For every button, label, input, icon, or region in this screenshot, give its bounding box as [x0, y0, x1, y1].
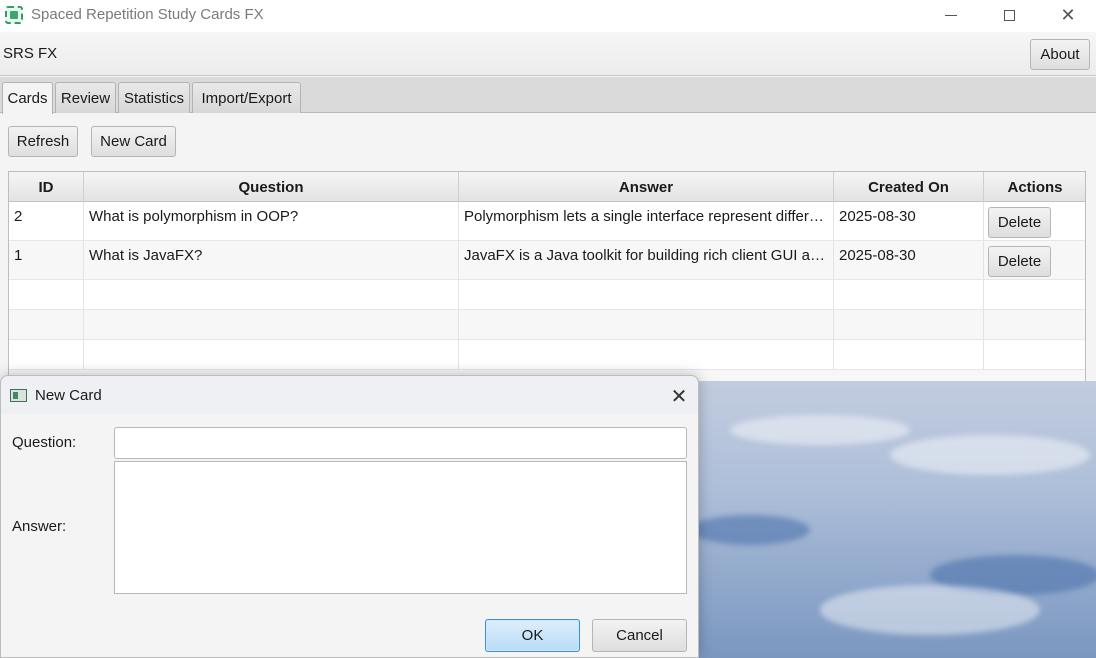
maximize-icon [1003, 9, 1015, 21]
empty-cell [84, 280, 459, 309]
tab-strip: Cards Review Statistics Import/Export [0, 77, 1096, 114]
empty-row [9, 280, 1085, 310]
app-brand-label: SRS FX [3, 45, 58, 62]
tab-review[interactable]: Review [55, 82, 116, 113]
empty-cell [9, 310, 84, 339]
empty-cell [984, 280, 1085, 309]
table-row[interactable]: 2 What is polymorphism in OOP? Polymorph… [9, 202, 1085, 241]
empty-cell [9, 340, 84, 369]
empty-cell [834, 280, 984, 309]
delete-button[interactable]: Delete [988, 246, 1051, 277]
column-header-answer[interactable]: Answer [459, 172, 834, 202]
column-header-actions[interactable]: Actions [984, 172, 1085, 202]
refresh-button[interactable]: Refresh [8, 126, 78, 157]
dialog-title-bar: New Card ✕ [1, 376, 698, 414]
answer-label: Answer: [12, 518, 67, 535]
new-card-dialog: New Card ✕ Question: Answer: OK Cancel [0, 375, 699, 658]
tab-statistics[interactable]: Statistics [118, 82, 190, 113]
empty-cell [984, 310, 1085, 339]
question-input[interactable] [114, 427, 687, 459]
window-title: Spaced Repetition Study Cards FX [31, 6, 264, 23]
cancel-button[interactable]: Cancel [592, 619, 687, 652]
empty-cell [834, 310, 984, 339]
main-window: Spaced Repetition Study Cards FX ✕ SRS F… [0, 0, 1096, 381]
answer-textarea[interactable] [114, 461, 687, 594]
empty-cell [9, 280, 84, 309]
cell-id: 2 [9, 202, 84, 240]
dialog-close-button[interactable]: ✕ [665, 383, 693, 409]
table-row[interactable]: 1 What is JavaFX? JavaFX is a Java toolk… [9, 241, 1085, 280]
column-header-created-on[interactable]: Created On [834, 172, 984, 202]
cards-table[interactable]: ID Question Answer Created On Actions 2 … [8, 171, 1086, 381]
tab-import-export[interactable]: Import/Export [192, 82, 301, 113]
ok-button[interactable]: OK [485, 619, 580, 652]
cell-actions: Delete [984, 241, 1085, 279]
menu-bar: SRS FX About [0, 32, 1096, 76]
minimize-icon [945, 14, 957, 16]
dialog-title: New Card [35, 387, 102, 404]
empty-cell [84, 310, 459, 339]
empty-row [9, 310, 1085, 340]
cell-id: 1 [9, 241, 84, 279]
cell-actions: Delete [984, 202, 1085, 240]
cell-question: What is polymorphism in OOP? [84, 202, 459, 240]
question-label: Question: [12, 434, 77, 451]
minimize-button[interactable] [922, 0, 980, 30]
empty-cell [84, 340, 459, 369]
empty-cell [834, 340, 984, 369]
screen: Spaced Repetition Study Cards FX ✕ SRS F… [0, 0, 1096, 658]
cloud [890, 435, 1090, 475]
cell-created-on: 2025-08-30 [834, 202, 984, 240]
title-bar: Spaced Repetition Study Cards FX ✕ [0, 0, 1096, 32]
cell-answer: JavaFX is a Java toolkit for building ri… [459, 241, 834, 279]
desktop-wallpaper [690, 375, 1096, 658]
column-header-question[interactable]: Question [84, 172, 459, 202]
empty-cell [459, 310, 834, 339]
window-icon [10, 389, 27, 402]
tab-cards[interactable]: Cards [2, 82, 53, 114]
empty-cell [984, 340, 1085, 369]
delete-button[interactable]: Delete [988, 207, 1051, 238]
cell-answer: Polymorphism lets a single interface rep… [459, 202, 834, 240]
cloud [690, 515, 810, 545]
new-card-button[interactable]: New Card [91, 126, 176, 157]
empty-cell [459, 280, 834, 309]
cell-created-on: 2025-08-30 [834, 241, 984, 279]
close-window-button[interactable]: ✕ [1039, 0, 1096, 30]
maximize-button[interactable] [980, 0, 1038, 30]
empty-row [9, 340, 1085, 370]
empty-cell [459, 340, 834, 369]
cell-question: What is JavaFX? [84, 241, 459, 279]
close-icon: ✕ [670, 384, 688, 408]
about-button[interactable]: About [1030, 39, 1090, 70]
column-header-id[interactable]: ID [9, 172, 84, 202]
close-icon: ✕ [1060, 4, 1076, 26]
app-icon [5, 6, 23, 24]
table-header: ID Question Answer Created On Actions [9, 172, 1085, 202]
cloud [730, 415, 910, 445]
cloud [820, 585, 1040, 635]
